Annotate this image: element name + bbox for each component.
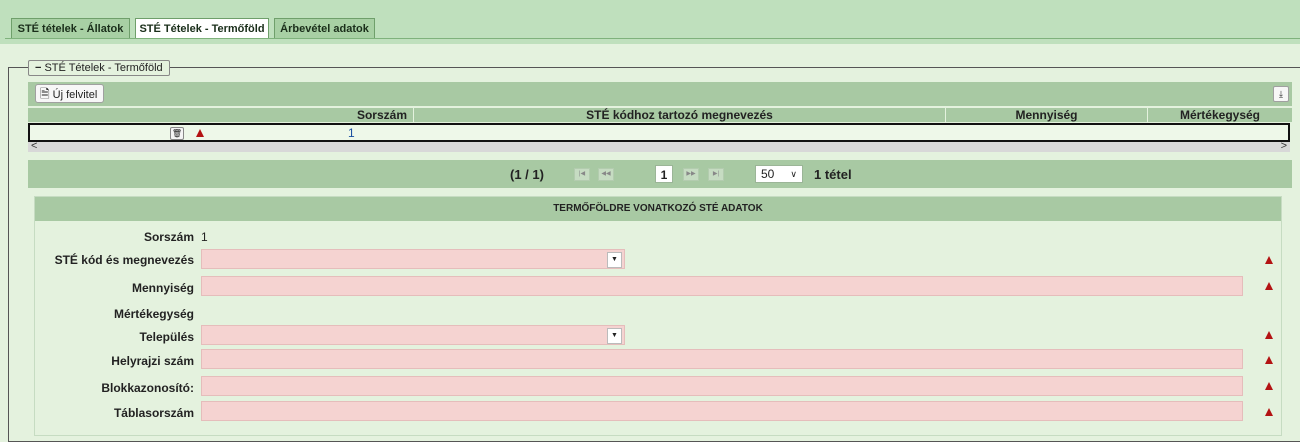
- label-mertekegyseg: Mértékegység: [113, 307, 194, 321]
- new-record-label: Új felvitel: [52, 89, 98, 101]
- paginator: (1 / 1) |◀ ◀◀ 1 ▶▶ ▶| 50 ∨ 1 tétel: [28, 160, 1292, 188]
- page-size-value: 50: [761, 167, 775, 181]
- row-sorszam: 1: [348, 126, 355, 140]
- table-row[interactable]: 🗑 1: [28, 123, 1290, 142]
- ste-kod-select[interactable]: ▼: [201, 249, 625, 269]
- warning-icon: [1265, 382, 1273, 390]
- total-count: 1 tétel: [814, 167, 852, 182]
- tab-arbevetel-adatok[interactable]: Árbevétel adatok: [274, 18, 375, 38]
- tab-ste-allatok[interactable]: STÉ tételek - Állatok: [11, 18, 130, 38]
- warning-icon: [196, 129, 204, 137]
- trash-icon[interactable]: 🗑: [170, 127, 184, 140]
- scroll-right-icon[interactable]: >: [1281, 140, 1287, 152]
- warning-icon: [1265, 256, 1273, 264]
- label-ste-kod: STÉ kód és megnevezés: [54, 253, 194, 267]
- last-page-button[interactable]: ▶|: [708, 168, 724, 181]
- page-position: (1 / 1): [510, 167, 544, 182]
- warning-icon: [1265, 282, 1273, 290]
- current-page-button[interactable]: 1: [655, 165, 673, 183]
- detail-form: TERMŐFÖLDRE VONATKOZÓ STÉ ADATOK: [34, 196, 1282, 436]
- next-page-button[interactable]: ▶▶: [683, 168, 699, 181]
- label-blokkazonosito: Blokkazonosító:: [101, 381, 194, 395]
- tablasorszam-input[interactable]: [201, 401, 1243, 421]
- table-toolbar: 🗎 Új felvitel ⤓: [28, 82, 1292, 106]
- fieldset-legend[interactable]: − STÉ Tételek - Termőföld: [28, 60, 170, 76]
- dropdown-arrow-icon[interactable]: ▼: [607, 328, 622, 344]
- label-sorszam: Sorszám: [143, 230, 194, 244]
- document-icon: 🗎: [40, 87, 50, 101]
- chevron-down-icon: ∨: [790, 169, 797, 179]
- column-header-mennyiseg[interactable]: Mennyiség: [946, 108, 1148, 122]
- column-header-mertekegyseg[interactable]: Mértékegység: [1148, 108, 1292, 122]
- warning-icon: [1265, 331, 1273, 339]
- label-telepules: Település: [139, 330, 194, 344]
- warning-icon: [1265, 356, 1273, 364]
- new-record-button[interactable]: 🗎 Új felvitel: [35, 84, 105, 103]
- fieldset-legend-label: STÉ Tételek - Termőföld: [44, 62, 163, 74]
- tab-ste-termofold[interactable]: STÉ Tételek - Termőföld: [135, 18, 269, 39]
- tab-bar: STÉ tételek - Állatok STÉ Tételek - Term…: [0, 0, 1300, 44]
- column-header-megnevezes[interactable]: STÉ kódhoz tartozó megnevezés: [414, 108, 946, 122]
- mennyiseg-input[interactable]: [201, 276, 1243, 296]
- collapse-icon[interactable]: −: [35, 62, 41, 74]
- tab-bar-divider: [5, 38, 1300, 39]
- page-size-select[interactable]: 50 ∨: [755, 165, 803, 183]
- warning-icon: [1265, 408, 1273, 416]
- first-page-button[interactable]: |◀: [574, 168, 590, 181]
- telepules-select[interactable]: ▼: [201, 325, 625, 345]
- scroll-left-icon[interactable]: <: [31, 140, 37, 152]
- prev-page-button[interactable]: ◀◀: [598, 168, 614, 181]
- label-mennyiseg: Mennyiség: [131, 281, 194, 295]
- form-title: TERMŐFÖLDRE VONATKOZÓ STÉ ADATOK: [35, 197, 1281, 221]
- column-header-sorszam[interactable]: Sorszám: [28, 108, 414, 122]
- download-icon[interactable]: ⤓: [1273, 86, 1289, 102]
- table-header: Sorszám STÉ kódhoz tartozó megnevezés Me…: [28, 108, 1292, 122]
- dropdown-arrow-icon[interactable]: ▼: [607, 252, 622, 268]
- blokkazonosito-input[interactable]: [201, 376, 1243, 396]
- helyrajzi-input[interactable]: [201, 349, 1243, 369]
- label-helyrajzi: Helyrajzi szám: [111, 354, 194, 368]
- horizontal-scrollbar[interactable]: < >: [28, 140, 1290, 152]
- value-sorszam: 1: [201, 230, 208, 244]
- label-tablasorszam: Táblasorszám: [113, 406, 194, 420]
